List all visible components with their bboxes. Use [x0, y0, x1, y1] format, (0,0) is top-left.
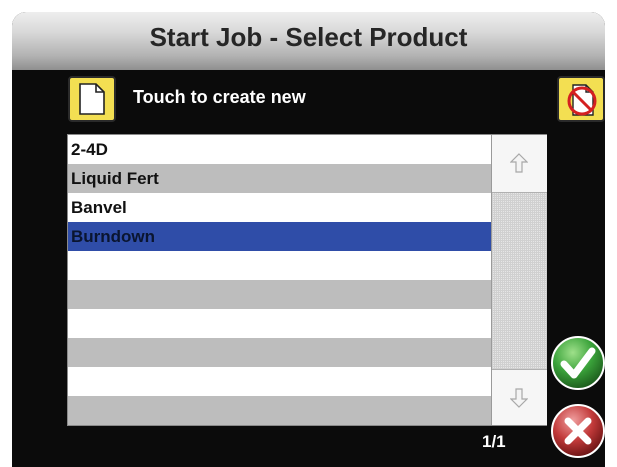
product-row[interactable]: Banvel — [68, 193, 491, 222]
product-list: 2-4D Liquid Fert Banvel Burndown — [67, 134, 547, 426]
title-bar: Start Job - Select Product — [12, 12, 605, 70]
arrow-down-icon — [510, 388, 528, 408]
scroll-down-button[interactable] — [492, 369, 547, 425]
x-icon — [551, 404, 605, 458]
product-row[interactable]: 2-4D — [68, 135, 491, 164]
product-row[interactable]: Liquid Fert — [68, 164, 491, 193]
scroll-up-button[interactable] — [492, 135, 547, 193]
product-row[interactable]: Burndown — [68, 222, 491, 251]
product-row[interactable] — [68, 309, 491, 338]
product-row[interactable] — [68, 251, 491, 280]
accept-button[interactable] — [550, 335, 606, 391]
screen-frame: Start Job - Select Product Touch to crea… — [12, 12, 605, 467]
no-document-button[interactable] — [557, 76, 605, 122]
product-rows: 2-4D Liquid Fert Banvel Burndown — [68, 135, 491, 425]
no-document-icon — [567, 84, 597, 116]
arrow-up-icon — [510, 153, 528, 173]
create-new-button[interactable] — [68, 76, 116, 122]
list-scrollbar[interactable] — [491, 135, 547, 425]
create-new-label[interactable]: Touch to create new — [133, 87, 306, 108]
cancel-button[interactable] — [550, 403, 606, 459]
product-row[interactable] — [68, 367, 491, 396]
product-row[interactable] — [68, 280, 491, 309]
page-title: Start Job - Select Product — [149, 22, 468, 52]
checkmark-icon — [551, 336, 605, 390]
new-document-icon — [79, 83, 105, 115]
product-row[interactable] — [68, 338, 491, 367]
page-indicator: 1/1 — [482, 432, 506, 451]
product-row[interactable] — [68, 396, 491, 425]
